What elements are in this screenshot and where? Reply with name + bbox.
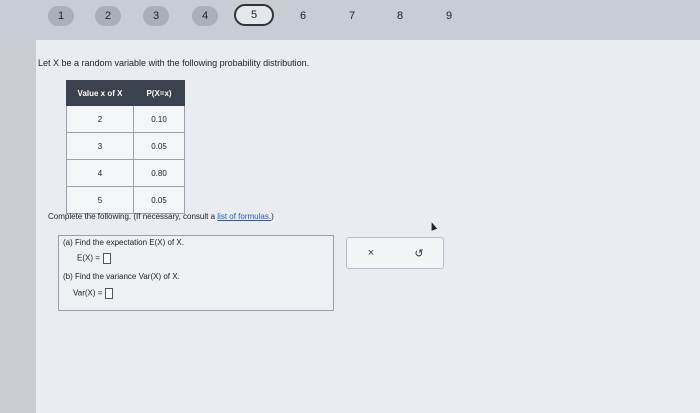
cell-p: 0.80 [133, 159, 185, 187]
step-9-button[interactable]: 9 [437, 6, 461, 26]
cell-p: 0.05 [133, 186, 185, 214]
part-b-label: (b) Find the variance Var(X) of X. [63, 272, 180, 281]
part-b-answer-row: Var(X) = [73, 288, 114, 299]
question-progress-bar: 1 2 3 4 5 6 7 8 9 [0, 0, 700, 40]
cell-x: 4 [66, 159, 134, 187]
close-icon: × [367, 247, 375, 259]
answer-box: (a) Find the expectation E(X) of X. E(X)… [58, 235, 334, 311]
step-label: 9 [445, 10, 453, 22]
column-header-p: P(X=x) [133, 80, 185, 106]
step-label: 1 [57, 10, 65, 22]
probability-table: Value x of X P(X=x) 2 0.10 3 0.05 4 0.80… [66, 80, 185, 214]
step-label: 2 [104, 10, 112, 22]
step-5-button[interactable]: 5 [234, 4, 274, 26]
left-margin [0, 40, 36, 413]
question-prompt: Let X be a random variable with the foll… [38, 58, 310, 68]
step-2-button[interactable]: 2 [95, 6, 121, 26]
step-label: 4 [201, 10, 209, 22]
step-4-button[interactable]: 4 [192, 6, 218, 26]
cell-x: 3 [66, 132, 134, 160]
variance-input[interactable] [105, 288, 114, 299]
cell-p: 0.05 [133, 132, 185, 160]
step-3-button[interactable]: 3 [143, 6, 169, 26]
cell-x: 5 [66, 186, 134, 214]
step-7-button[interactable]: 7 [340, 6, 364, 26]
table-header-row: Value x of X P(X=x) [66, 80, 185, 106]
part-a-answer-row: E(X) = [77, 253, 111, 264]
table-row: 2 0.10 [66, 105, 185, 133]
step-label: 6 [299, 10, 307, 22]
step-8-button[interactable]: 8 [388, 6, 412, 26]
part-a-answer-label: E(X) = [77, 253, 100, 263]
expectation-input[interactable] [102, 253, 111, 264]
part-b-answer-label: Var(X) = [73, 288, 103, 298]
cell-p: 0.10 [133, 105, 185, 133]
instructions-text: Complete the following. (If necessary, c… [48, 212, 218, 221]
clear-button[interactable]: × [347, 238, 395, 268]
table-row: 5 0.05 [66, 186, 185, 214]
column-header-x: Value x of X [66, 80, 134, 106]
step-label: 3 [152, 10, 160, 22]
instructions: Complete the following. (If necessary, c… [48, 212, 274, 221]
step-label: 8 [396, 10, 404, 22]
undo-button[interactable]: ↺ [395, 238, 443, 268]
undo-icon: ↺ [414, 247, 424, 260]
part-a-label: (a) Find the expectation E(X) of X. [63, 238, 184, 247]
step-label: 5 [250, 9, 258, 21]
step-1-button[interactable]: 1 [48, 6, 74, 26]
instructions-suffix: ) [271, 212, 274, 221]
step-6-button[interactable]: 6 [291, 6, 315, 26]
answer-actions: × ↺ [346, 237, 444, 269]
table-row: 3 0.05 [66, 132, 185, 160]
cell-x: 2 [66, 105, 134, 133]
formulas-link[interactable]: list of formulas. [217, 212, 271, 221]
step-label: 7 [348, 10, 356, 22]
table-row: 4 0.80 [66, 159, 185, 187]
